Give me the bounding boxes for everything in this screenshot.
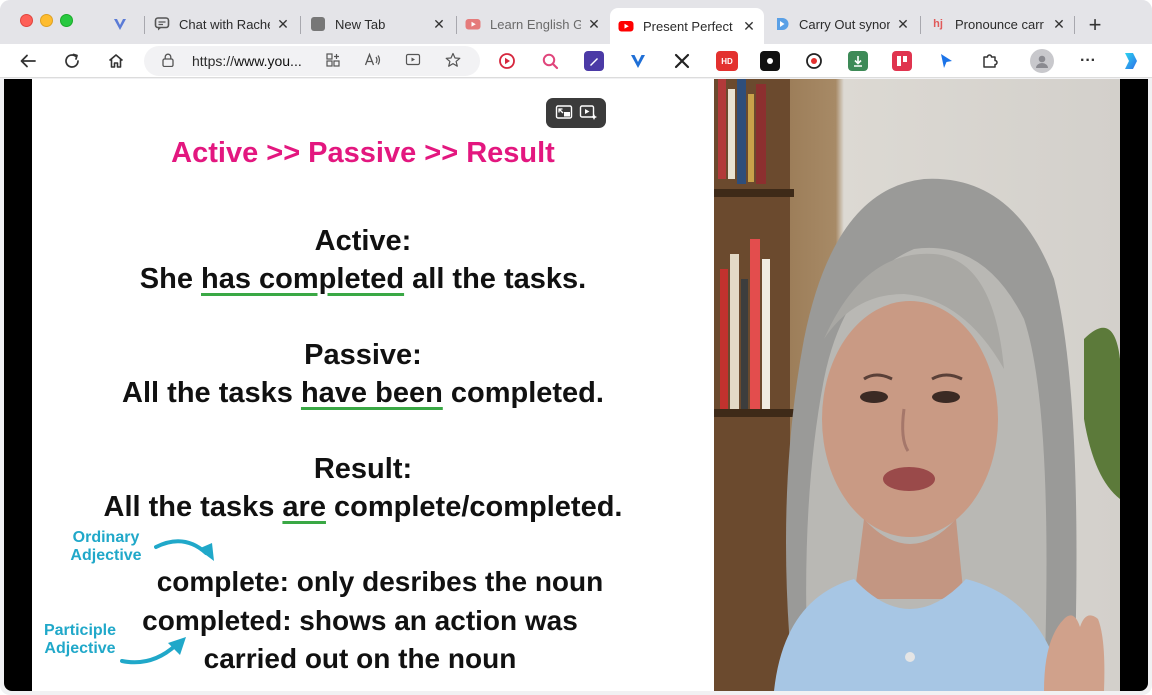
tab-present-perfect[interactable]: Present Perfect ✕ bbox=[610, 8, 764, 44]
lock-icon[interactable] bbox=[162, 53, 174, 70]
home-button[interactable] bbox=[104, 49, 128, 73]
close-icon[interactable]: ✕ bbox=[276, 16, 290, 33]
pen-extension-icon[interactable] bbox=[584, 51, 604, 71]
chat-bubble-icon bbox=[154, 16, 170, 32]
vivaldi-v-icon bbox=[112, 16, 128, 32]
puzzle-extensions-icon[interactable] bbox=[980, 51, 1000, 71]
ordinary-adjective-label: Ordinary Adjective bbox=[70, 529, 142, 564]
tab-label: Carry Out synon bbox=[799, 16, 890, 32]
close-icon[interactable]: ✕ bbox=[896, 16, 910, 33]
lesson-slide: Active >> Passive >> Result Active: She … bbox=[32, 79, 714, 691]
result-label: Result: bbox=[313, 453, 413, 485]
tab-pronounce[interactable]: hj Pronounce carr ✕ bbox=[922, 8, 1074, 40]
slide-title: Active >> Passive >> Result bbox=[171, 137, 555, 169]
tab-label: Present Perfect bbox=[643, 18, 733, 34]
cursor-extension-icon[interactable] bbox=[936, 51, 956, 71]
youtube-icon bbox=[465, 16, 481, 32]
back-button[interactable] bbox=[16, 49, 40, 73]
tab-bar: Chat with Rache ✕ New Tab ✕ Learn Englis… bbox=[0, 0, 1152, 44]
active-sentence: She has completed all the tasks. bbox=[139, 263, 587, 295]
app-available-icon[interactable] bbox=[324, 52, 342, 70]
vivaldi-v-extension-icon[interactable] bbox=[628, 51, 648, 71]
tab-label: Chat with Rache bbox=[179, 16, 270, 32]
more-options-icon[interactable]: ··· bbox=[1078, 51, 1098, 71]
copilot-icon[interactable] bbox=[1118, 49, 1142, 73]
tab-new-tab[interactable]: New Tab ✕ bbox=[302, 8, 454, 40]
tab-label: Pronounce carr bbox=[955, 16, 1044, 32]
favorite-star-icon[interactable] bbox=[444, 52, 462, 70]
hj-icon: hj bbox=[933, 18, 943, 30]
participle-adjective-label: Participle Adjective bbox=[43, 622, 117, 657]
close-icon[interactable]: ✕ bbox=[1052, 16, 1066, 33]
profile-avatar[interactable] bbox=[1030, 49, 1054, 73]
close-icon[interactable]: ✕ bbox=[432, 16, 446, 33]
shuffle-extension-icon[interactable] bbox=[672, 51, 692, 71]
close-icon[interactable]: ✕ bbox=[742, 18, 756, 35]
tab-pinned[interactable] bbox=[104, 8, 140, 40]
search-magnifier-extension-icon[interactable] bbox=[540, 51, 560, 71]
browser-window: Chat with Rache ✕ New Tab ✕ Learn Englis… bbox=[0, 0, 1152, 695]
download-extension-icon[interactable] bbox=[848, 51, 868, 71]
close-window-button[interactable] bbox=[20, 14, 33, 27]
tab-label: Learn English G bbox=[490, 16, 581, 32]
close-icon[interactable]: ✕ bbox=[587, 16, 601, 33]
immersive-reader-icon[interactable] bbox=[404, 52, 422, 70]
youtube-icon bbox=[618, 18, 634, 34]
read-aloud-icon[interactable] bbox=[364, 52, 382, 70]
active-label: Active: bbox=[314, 225, 412, 257]
blank-tab-icon bbox=[310, 16, 326, 32]
record-extension-icon[interactable] bbox=[804, 51, 824, 71]
presenter-video bbox=[714, 79, 1120, 691]
video-sparkle-icon[interactable] bbox=[579, 104, 597, 123]
minimize-window-button[interactable] bbox=[40, 14, 53, 27]
new-tab-button[interactable]: + bbox=[1084, 12, 1106, 38]
result-sentence: All the tasks are complete/completed. bbox=[103, 491, 623, 523]
arrow-icon bbox=[154, 539, 214, 561]
completed-definition-line1: completed: shows an action was bbox=[142, 605, 578, 636]
url-text[interactable]: https://www.you... bbox=[192, 53, 302, 69]
tab-chat[interactable]: Chat with Rache ✕ bbox=[146, 8, 298, 40]
play-circle-extension-icon[interactable] bbox=[497, 51, 517, 71]
dark-extension-icon[interactable] bbox=[760, 51, 780, 71]
board-extension-icon[interactable] bbox=[892, 51, 912, 71]
address-bar[interactable]: https://www.you... bbox=[144, 46, 480, 76]
arrow-icon bbox=[120, 637, 186, 665]
tab-carry-out[interactable]: Carry Out synon ✕ bbox=[766, 8, 918, 40]
passive-sentence: All the tasks have been completed. bbox=[122, 377, 604, 409]
zoom-window-button[interactable] bbox=[60, 14, 73, 27]
toolbar: https://www.you... HD ··· bbox=[0, 44, 1152, 117]
tab-label: New Tab bbox=[335, 16, 386, 32]
reload-button[interactable] bbox=[60, 49, 84, 73]
tab-learn-english[interactable]: Learn English G ✕ bbox=[457, 8, 609, 40]
pip-controls bbox=[546, 98, 606, 128]
picture-in-picture-icon[interactable] bbox=[555, 104, 573, 123]
complete-definition: complete: only desribes the noun bbox=[156, 566, 604, 597]
video-player[interactable]: Active >> Passive >> Result Active: She … bbox=[4, 79, 1148, 691]
dictionary-d-icon bbox=[774, 16, 790, 32]
hd-extension-icon[interactable]: HD bbox=[716, 51, 738, 71]
passive-label: Passive: bbox=[304, 339, 422, 371]
